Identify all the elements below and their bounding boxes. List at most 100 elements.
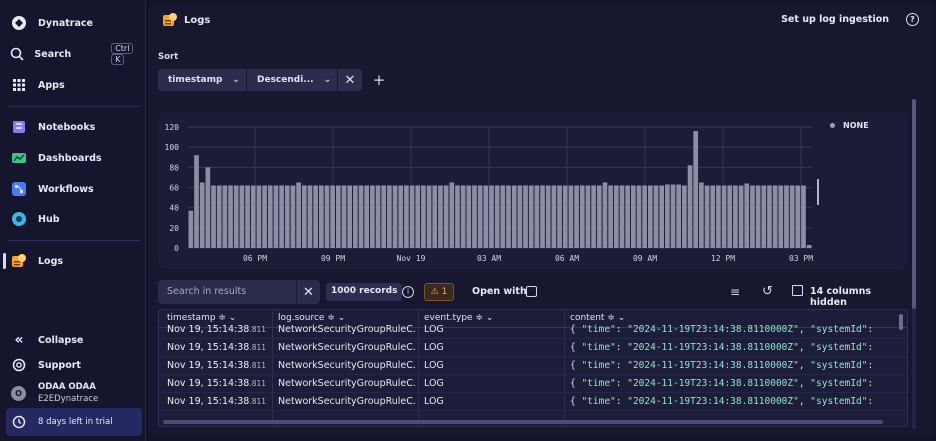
- histogram-bar: [687, 165, 693, 248]
- cell-log-source: NetworkSecurityGroupRuleC...: [278, 396, 416, 407]
- dashboards-icon: [10, 149, 28, 167]
- open-with-button[interactable]: Open with: [472, 286, 527, 297]
- json-key: "systemId": [810, 360, 868, 371]
- help-icon[interactable]: ?: [906, 13, 919, 26]
- columns-hidden-button[interactable]: 14 columns hidden: [810, 286, 908, 308]
- histogram-bar: [557, 185, 562, 248]
- histogram-bar: [636, 185, 642, 248]
- histogram-bar: [216, 185, 222, 248]
- json-colon: :: [615, 342, 628, 353]
- json-comma: ,: [798, 396, 811, 407]
- json-brace: {: [570, 324, 582, 335]
- histogram-bar: [307, 185, 313, 248]
- logs-app: Logs Set up log ingestion ? Sort timesta…: [148, 3, 933, 437]
- close-icon: ✕: [303, 284, 314, 300]
- sidebar-item-notebooks[interactable]: Notebooks: [6, 113, 142, 141]
- histogram-bar: [778, 185, 784, 248]
- histogram-bar: [375, 185, 381, 248]
- y-tick-label: 60: [169, 184, 179, 193]
- sidebar-item-workflows[interactable]: Workflows: [6, 175, 142, 203]
- sidebar-item-hub[interactable]: Hub: [6, 205, 142, 233]
- setup-log-ingestion-link[interactable]: Set up log ingestion: [781, 14, 889, 25]
- apps-label: Apps: [38, 79, 65, 91]
- cell-timestamp-main: Nov 19, 15:14:38: [167, 324, 250, 335]
- json-colon: :: [867, 342, 874, 353]
- histogram-bar: [506, 185, 511, 248]
- histogram-bar: [483, 185, 489, 248]
- chevron-down-icon: ⌄: [323, 75, 332, 85]
- histogram-bar: [279, 185, 284, 248]
- histogram-bar: [466, 185, 472, 248]
- json-key: "systemId": [810, 324, 868, 335]
- support-link[interactable]: Support: [6, 351, 142, 379]
- json-value: "2024-11-19T23:14:38.8110000Z": [627, 360, 799, 371]
- page-title: Logs: [162, 12, 210, 28]
- table-row[interactable]: Nov 19, 15:14:38.811 NetworkSecurityGroup…: [159, 339, 907, 357]
- json-value: "2024-11-19T23:14:38.8110000Z": [627, 378, 799, 389]
- plus-icon: +: [372, 71, 386, 89]
- cell-event-type: LOG: [424, 342, 444, 353]
- search-label: Search: [34, 48, 72, 60]
- sort-order-select[interactable]: Descendi... ⌄: [247, 69, 337, 91]
- histogram-bar: [540, 185, 545, 248]
- cell-content: { "time": "2024-11-19T23:14:38.8110000Z"…: [570, 342, 900, 353]
- trial-banner[interactable]: 8 days left in trial: [6, 408, 142, 436]
- histogram-bar: [222, 185, 228, 248]
- kbd-ctrl: Ctrl: [111, 43, 134, 54]
- histogram-bar: [296, 182, 301, 248]
- json-colon: :: [615, 324, 628, 335]
- table-horizontal-scrollbar[interactable]: [163, 420, 883, 424]
- histogram-bar: [761, 185, 767, 248]
- cell-content: { "time": "2024-11-19T23:14:38.8110000Z"…: [570, 324, 900, 335]
- table-row[interactable]: Nov 19, 15:14:38.811 NetworkSecurityGroup…: [159, 357, 907, 375]
- reset-icon[interactable]: ↺: [762, 284, 773, 299]
- cell-timestamp: Nov 19, 15:14:38.811: [167, 342, 271, 353]
- sidebar-item-logs[interactable]: Logs: [3, 247, 142, 275]
- line-wrap-icon[interactable]: ≡: [730, 285, 740, 299]
- json-comma: ,: [798, 342, 811, 353]
- cell-event-type: LOG: [424, 360, 444, 371]
- sort-field-select[interactable]: timestamp ⌄: [158, 69, 246, 91]
- json-colon: :: [615, 378, 628, 389]
- histogram-chart: 120 100 80 60 40 20 0 06 PM 09 PM Nov 19 03 AM 06 A…: [158, 111, 908, 269]
- histogram-bar: [290, 185, 296, 248]
- table-row[interactable]: Nov 19, 15:14:38.811 NetworkSecurityGroup…: [159, 321, 907, 339]
- search-results-input[interactable]: Search in results: [158, 280, 296, 304]
- histogram-bar: [755, 185, 761, 248]
- histogram-bar: [284, 185, 290, 248]
- clear-search-button[interactable]: ✕: [296, 280, 320, 304]
- histogram-bar: [534, 185, 540, 248]
- json-comma: ,: [798, 360, 811, 371]
- cell-log-source: NetworkSecurityGroupRuleC...: [278, 378, 416, 389]
- warning-badge[interactable]: ⚠ 1: [424, 283, 454, 301]
- user-menu[interactable]: O ODAA ODAA E2EDynatrace: [6, 378, 142, 408]
- table-scrollbar-thumb[interactable]: [899, 314, 903, 330]
- histogram-bar: [211, 185, 216, 248]
- sort-label: Sort: [158, 52, 179, 62]
- brand-link[interactable]: Dynatrace: [6, 9, 142, 37]
- histogram-bar: [409, 185, 415, 248]
- double-chevron-left-icon: «: [14, 332, 24, 348]
- clock-icon: [10, 413, 28, 431]
- histogram-bar: [789, 185, 795, 248]
- open-with-icon[interactable]: [526, 286, 537, 297]
- cell-content: { "time": "2024-11-19T23:14:38.8110000Z"…: [570, 360, 900, 371]
- table-row[interactable]: Nov 19, 15:14:38.811 NetworkSecurityGroup…: [159, 393, 907, 411]
- histogram-bar: [574, 185, 579, 248]
- sidebar-search[interactable]: Search CtrlK: [6, 40, 142, 68]
- remove-sort-button[interactable]: ✕: [338, 69, 362, 91]
- sidebar-item-apps[interactable]: Apps: [6, 71, 142, 99]
- workflows-label: Workflows: [38, 183, 94, 195]
- histogram-bar: [591, 185, 596, 248]
- sidebar-item-dashboards[interactable]: Dashboards: [6, 144, 142, 172]
- histogram-bar: [318, 185, 324, 248]
- add-sort-button[interactable]: +: [370, 69, 388, 91]
- table-row[interactable]: Nov 19, 15:14:38.811 NetworkSecurityGroup…: [159, 375, 907, 393]
- json-colon: :: [615, 360, 628, 371]
- histogram-bar: [619, 185, 625, 248]
- columns-icon[interactable]: [792, 285, 803, 296]
- page-scrollbar-thumb[interactable]: [912, 99, 916, 309]
- json-key: "time": [581, 360, 616, 371]
- collapse-button[interactable]: « Collapse: [6, 326, 142, 354]
- info-icon[interactable]: i: [402, 286, 414, 298]
